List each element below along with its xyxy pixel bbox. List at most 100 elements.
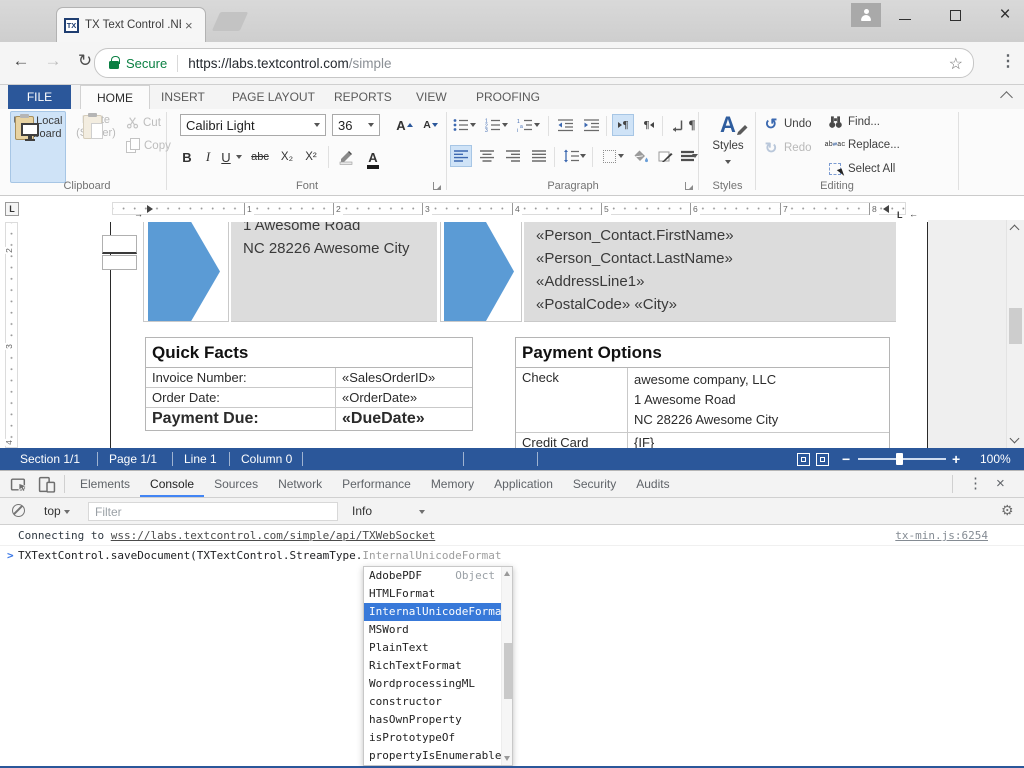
font-family-select[interactable]: Calibri Light — [180, 114, 326, 136]
ribbon-tab-file[interactable]: FILE — [8, 85, 71, 109]
zoom-slider-thumb[interactable] — [896, 453, 903, 465]
superscript-button[interactable]: X² — [300, 146, 322, 168]
devtools-tab-performance[interactable]: Performance — [332, 471, 421, 497]
console-prompt[interactable]: > TXTextControl.saveDocument(TXTextContr… — [0, 546, 1024, 566]
maximize-button[interactable] — [933, 0, 977, 30]
borders-caret[interactable] — [618, 154, 624, 158]
bookmark-star-icon[interactable]: ☆ — [949, 54, 963, 74]
font-color-button[interactable]: A — [362, 146, 384, 168]
inspect-element-icon[interactable] — [10, 476, 28, 493]
justify-button[interactable] — [528, 145, 550, 167]
line-spacing-caret[interactable] — [580, 154, 586, 158]
status-line[interactable]: Line 1 — [184, 448, 217, 470]
scrollbar-thumb[interactable] — [504, 643, 512, 699]
collapse-ribbon-icon[interactable] — [1000, 91, 1013, 104]
devtools-tab-sources[interactable]: Sources — [204, 471, 268, 497]
autocomplete-item-selected[interactable]: InternalUnicodeFormat — [364, 603, 512, 621]
autocomplete-item[interactable]: isPrototypeOf — [364, 729, 512, 747]
bold-button[interactable]: B — [178, 146, 196, 168]
shading-lines-caret[interactable] — [692, 154, 698, 158]
undo-button[interactable]: ↺ Undo — [763, 115, 812, 133]
underline-options-caret[interactable] — [236, 155, 242, 159]
ribbon-tab-proofing[interactable]: PROOFING — [460, 85, 556, 109]
autocomplete-item[interactable]: HTMLFormat — [364, 585, 512, 603]
forward-button[interactable]: → — [40, 51, 66, 71]
styles-caret[interactable] — [725, 160, 731, 164]
grow-font-button[interactable]: A — [390, 114, 412, 136]
devtools-tab-memory[interactable]: Memory — [421, 471, 484, 497]
scroll-up-icon[interactable] — [1010, 225, 1020, 235]
replace-button[interactable]: ab⇄ ac Replace... — [827, 139, 900, 151]
autocomplete-scrollbar[interactable] — [501, 567, 512, 765]
increase-indent-button[interactable] — [580, 114, 602, 136]
chevron-down-icon[interactable] — [368, 123, 374, 127]
bullet-list-caret[interactable] — [470, 123, 476, 127]
shape-cell[interactable] — [143, 222, 229, 322]
shape-cell[interactable] — [440, 222, 522, 322]
scroll-up-icon[interactable] — [504, 571, 510, 576]
line-spacing-button[interactable] — [560, 145, 582, 167]
align-left-button[interactable] — [450, 145, 472, 167]
blue-arrow-shape[interactable] — [444, 222, 514, 321]
devtools-tab-audits[interactable]: Audits — [626, 471, 679, 497]
align-center-button[interactable] — [476, 145, 498, 167]
devtools-tab-elements[interactable]: Elements — [70, 471, 140, 497]
minimize-button[interactable] — [883, 0, 927, 30]
ribbon-tab-reports[interactable]: REPORTS — [318, 85, 408, 109]
multilevel-list-button[interactable]: 1 a i — [514, 114, 536, 136]
find-button[interactable]: Find... — [827, 115, 880, 129]
right-to-left-button[interactable]: ¶ — [638, 114, 660, 136]
log-level-select[interactable]: Info — [352, 498, 425, 525]
devtools-more-icon[interactable]: ⋮ — [968, 476, 983, 492]
back-button[interactable]: ← — [8, 51, 34, 71]
chevron-down-icon[interactable] — [314, 123, 320, 127]
styles-button[interactable]: A Styles — [704, 113, 752, 175]
status-page[interactable]: Page 1/1 — [109, 448, 157, 470]
left-to-right-button[interactable]: ¶ — [612, 114, 634, 136]
autocomplete-item[interactable]: constructor — [364, 693, 512, 711]
shading-button[interactable] — [630, 145, 652, 167]
sender-address-block[interactable]: 1 Awesome Road NC 28226 Awesome City — [231, 222, 437, 322]
devtools-tab-network[interactable]: Network — [268, 471, 332, 497]
subscript-button[interactable]: X₂ — [276, 146, 298, 168]
multilevel-list-caret[interactable] — [534, 123, 540, 127]
font-dialog-launcher-icon[interactable] — [433, 182, 441, 190]
scroll-down-icon[interactable] — [504, 756, 510, 761]
autocomplete-item[interactable]: hasOwnProperty — [364, 711, 512, 729]
horizontal-ruler[interactable]: 1 2 3 4 5 6 7 8 — [112, 202, 906, 215]
console-filter-input[interactable] — [88, 502, 338, 521]
browser-menu-icon[interactable]: ⋮ — [1000, 51, 1016, 71]
decrease-indent-button[interactable] — [554, 114, 576, 136]
use-local-clipboard-button[interactable]: Use Local Clipboard — [10, 111, 66, 183]
select-all-button[interactable]: Select All — [827, 163, 895, 175]
autocomplete-item[interactable]: MSWord — [364, 621, 512, 639]
show-paragraph-marks-button[interactable]: ¶ — [686, 114, 698, 136]
table-cell-small[interactable] — [102, 235, 137, 254]
blue-arrow-shape[interactable] — [148, 222, 220, 321]
source-link[interactable]: tx-min.js:6254 — [895, 525, 988, 546]
ribbon-tab-insert[interactable]: INSERT — [145, 85, 221, 109]
first-line-indent-marker[interactable] — [147, 205, 153, 213]
table-row[interactable]: Invoice Number: «SalesOrderID» — [146, 368, 472, 388]
autocomplete-item[interactable]: propertyIsEnumerable — [364, 747, 512, 765]
status-column[interactable]: Column 0 — [241, 448, 292, 470]
autocomplete-item[interactable]: AdobePDF Object — [364, 567, 512, 585]
ribbon-tab-home[interactable]: HOME — [80, 85, 150, 110]
autocomplete-item[interactable]: RichTextFormat — [364, 657, 512, 675]
text-break-button[interactable] — [666, 114, 688, 136]
quick-facts-table[interactable]: Quick Facts Invoice Number: «SalesOrderI… — [145, 337, 473, 431]
recipient-merge-block[interactable]: «Person_Contact.FirstName» «Person_Conta… — [524, 222, 896, 322]
right-indent-marker[interactable] — [883, 205, 889, 213]
address-bar[interactable]: Secure https://labs.textcontrol.com/simp… — [94, 48, 974, 78]
tab-stop-mark[interactable]: L — [897, 211, 903, 220]
secure-label[interactable]: Secure — [126, 56, 167, 71]
font-size-select[interactable]: 36 — [332, 114, 380, 136]
scrollbar-thumb[interactable] — [1009, 308, 1022, 344]
vertical-ruler[interactable]: 2 3 4 — [5, 222, 18, 448]
autocomplete-item[interactable]: WordprocessingML — [364, 675, 512, 693]
strikethrough-button[interactable]: abc — [248, 146, 272, 168]
table-row[interactable]: Credit Card {IF} — [516, 433, 889, 448]
zoom-in-button[interactable]: + — [952, 448, 960, 470]
zoom-level[interactable]: 100% — [980, 448, 1011, 470]
url-path[interactable]: /simple — [349, 56, 392, 71]
